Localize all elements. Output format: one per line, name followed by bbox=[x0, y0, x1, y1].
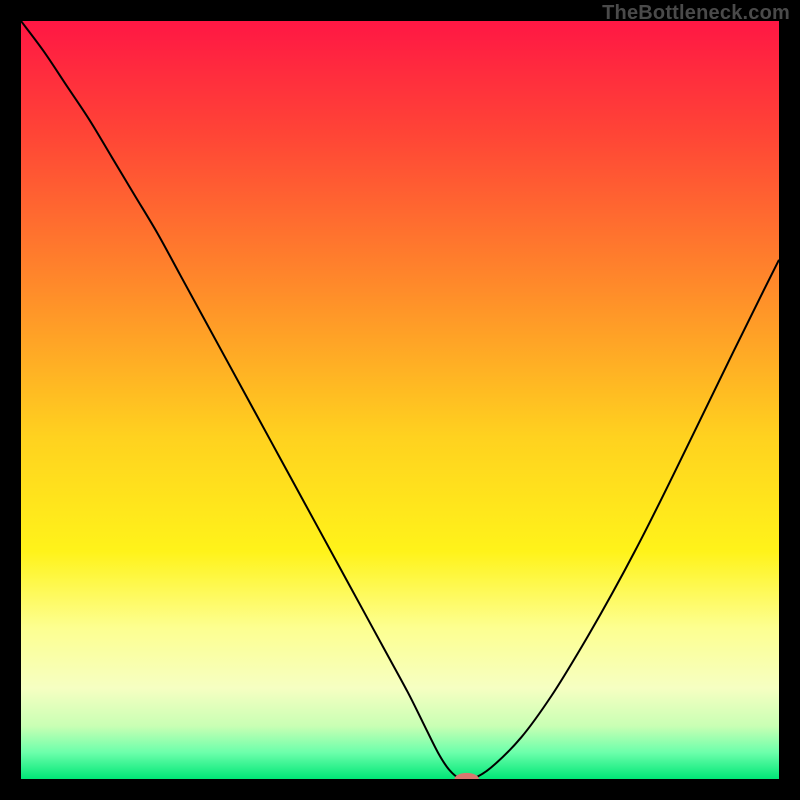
chart-frame: TheBottleneck.com bbox=[0, 0, 800, 800]
plot-area bbox=[21, 21, 779, 779]
watermark-text: TheBottleneck.com bbox=[602, 2, 790, 25]
gradient-background bbox=[21, 21, 779, 779]
bottleneck-chart bbox=[21, 21, 779, 779]
